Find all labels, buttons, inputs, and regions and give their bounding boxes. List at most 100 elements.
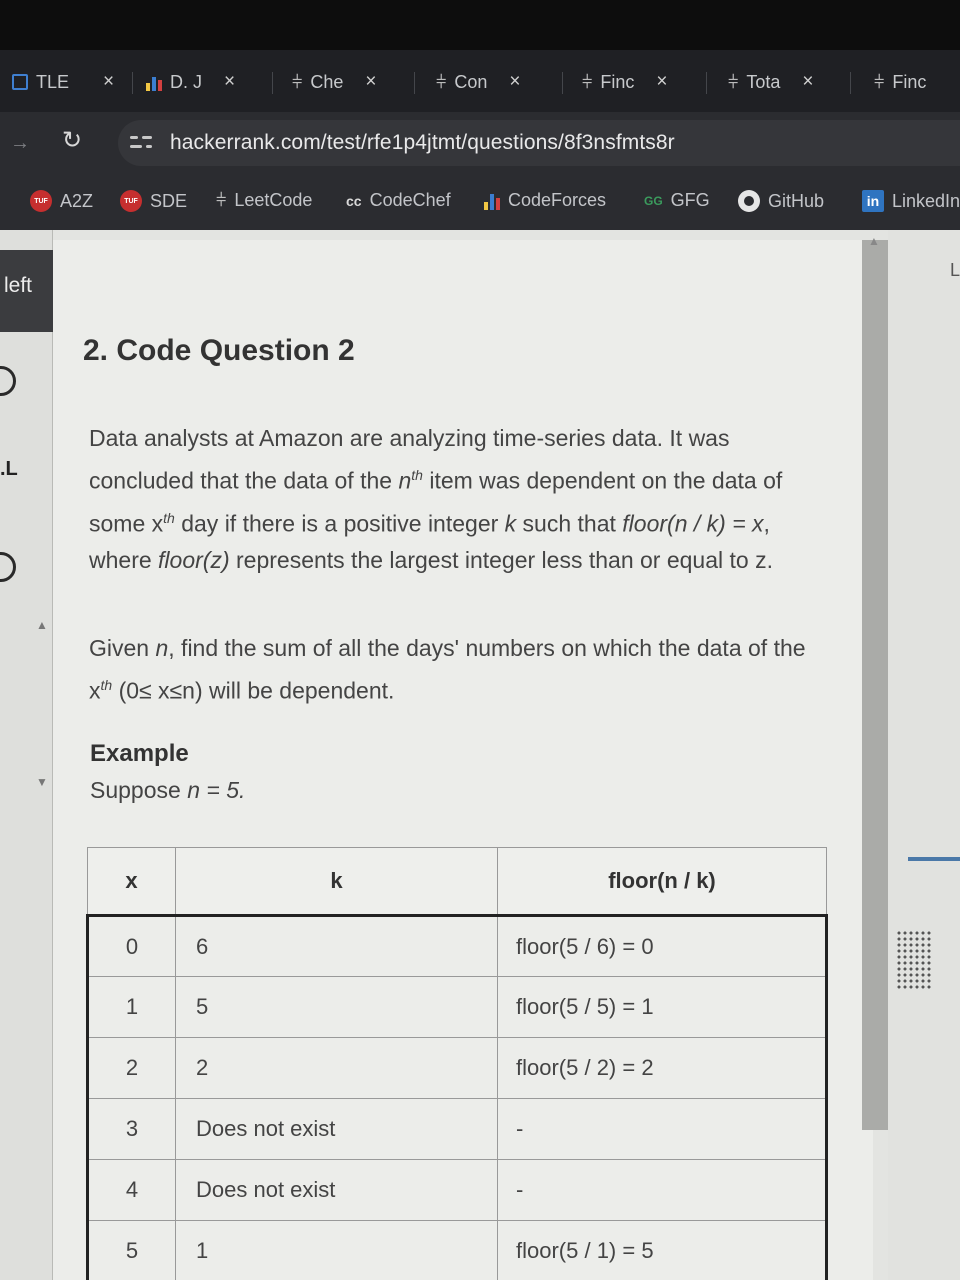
table-cell: floor(5 / 2) = 2 bbox=[497, 1037, 827, 1099]
bookmark-label: GitHub bbox=[768, 190, 825, 211]
close-icon[interactable]: × bbox=[802, 71, 813, 93]
bookmark-gfg[interactable]: GG GFG bbox=[644, 190, 710, 211]
tab-find[interactable]: ⫩ Finc × bbox=[582, 62, 667, 102]
github-icon bbox=[738, 190, 760, 212]
tab-total[interactable]: ⫩ Tota × bbox=[728, 62, 813, 102]
table-row: 5 1 floor(5 / 1) = 5 bbox=[87, 1220, 827, 1280]
tab-label: Finc bbox=[892, 71, 927, 92]
tab-label: Che bbox=[310, 71, 344, 92]
linkedin-icon: in bbox=[862, 190, 884, 212]
tab-label: Con bbox=[454, 71, 488, 92]
table-row: 3 Does not exist - bbox=[87, 1098, 827, 1160]
tle-icon bbox=[12, 74, 28, 90]
tab-divider bbox=[272, 72, 273, 94]
table-cell: 5 bbox=[175, 976, 498, 1038]
table-cell: 1 bbox=[87, 976, 176, 1038]
close-icon[interactable]: × bbox=[224, 71, 235, 93]
table-cell: 4 bbox=[87, 1159, 176, 1221]
close-icon[interactable]: × bbox=[103, 71, 114, 93]
table-cell: - bbox=[497, 1098, 827, 1160]
editor-gutter bbox=[888, 230, 960, 1280]
tab-che[interactable]: ⫩ Che × bbox=[292, 62, 376, 102]
drag-handle-icon[interactable] bbox=[896, 930, 932, 990]
table-cell: floor(5 / 1) = 5 bbox=[497, 1220, 827, 1280]
bookmark-label: LinkedIn bbox=[892, 190, 960, 211]
bookmark-label: CodeForces bbox=[508, 190, 607, 210]
table-cell: floor(5 / 6) = 0 bbox=[497, 915, 827, 977]
table-cell: 2 bbox=[87, 1037, 176, 1099]
tab-label: D. J bbox=[170, 71, 203, 92]
close-icon[interactable]: × bbox=[656, 71, 667, 93]
table-cell: 0 bbox=[87, 915, 176, 977]
table-cell: 1 bbox=[175, 1220, 498, 1280]
leetcode-icon: ⫩ bbox=[292, 71, 303, 92]
scroll-up-icon[interactable]: ▲ bbox=[868, 234, 880, 248]
table-cell: 5 bbox=[87, 1220, 176, 1280]
tab-divider bbox=[706, 72, 707, 94]
leetcode-icon: ⫩ bbox=[216, 190, 227, 210]
close-icon[interactable]: × bbox=[509, 71, 520, 93]
tuf-icon: TUF bbox=[120, 190, 142, 212]
reload-icon[interactable]: ↻ bbox=[62, 128, 88, 154]
tab-divider bbox=[850, 72, 851, 94]
tab-dj[interactable]: D. J × bbox=[146, 62, 235, 102]
address-bar[interactable]: hackerrank.com/test/rfe1p4jtmt/questions… bbox=[118, 120, 960, 166]
question-circle-icon[interactable] bbox=[0, 366, 16, 396]
question-circle-icon[interactable] bbox=[0, 552, 16, 582]
table-row: 0 6 floor(5 / 6) = 0 bbox=[87, 915, 827, 977]
tab-divider bbox=[132, 72, 133, 94]
bookmark-github[interactable]: GitHub bbox=[738, 190, 824, 212]
url-text: hackerrank.com/test/rfe1p4jtmt/questions… bbox=[170, 131, 675, 154]
tab-label: Finc bbox=[600, 71, 635, 92]
question-scrollbar[interactable] bbox=[862, 240, 888, 1130]
codeforces-icon bbox=[484, 192, 500, 210]
table-cell: 2 bbox=[175, 1037, 498, 1099]
question-marker: .L bbox=[0, 458, 18, 480]
table-cell: Does not exist bbox=[175, 1159, 498, 1221]
example-table: x k floor(n / k) 0 6 floor(5 / 6) = 0 1 … bbox=[86, 847, 828, 1280]
table-cell: Does not exist bbox=[175, 1098, 498, 1160]
table-header-row: x k floor(n / k) bbox=[87, 847, 827, 916]
table-row: 2 2 floor(5 / 2) = 2 bbox=[87, 1037, 827, 1099]
tab-label: TLE bbox=[36, 71, 70, 92]
table-row: 1 5 floor(5 / 5) = 1 bbox=[87, 976, 827, 1038]
bookmark-sde[interactable]: TUF SDE bbox=[120, 190, 187, 212]
question-title: 2. Code Question 2 bbox=[83, 334, 355, 367]
left-panel: left .L ▲ ▼ bbox=[0, 230, 53, 1280]
back-arrow-icon[interactable]: → bbox=[10, 132, 30, 155]
bookmark-label: LeetCode bbox=[234, 190, 313, 210]
problem-statement: Data analysts at Amazon are analyzing ti… bbox=[89, 425, 783, 574]
editor-tab-indicator bbox=[908, 857, 960, 861]
tab-con[interactable]: ⫩ Con × bbox=[436, 62, 520, 102]
close-icon[interactable]: × bbox=[365, 71, 376, 93]
tab-find-2[interactable]: ⫩ Finc bbox=[874, 62, 926, 102]
bookmark-label: A2Z bbox=[60, 190, 94, 211]
page-content: left .L ▲ ▼ 2. Code Question 2 Data anal… bbox=[0, 230, 960, 1280]
question-panel: 2. Code Question 2 Data analysts at Amaz… bbox=[53, 240, 873, 1280]
site-settings-icon[interactable] bbox=[130, 134, 152, 152]
leetcode-icon: ⫩ bbox=[728, 71, 739, 92]
tab-tle[interactable]: TLE × bbox=[12, 62, 114, 102]
gfg-icon: GG bbox=[644, 193, 663, 208]
bookmark-label: GFG bbox=[670, 190, 710, 210]
bookmark-linkedin[interactable]: in LinkedIn bbox=[862, 190, 960, 212]
codeforces-icon bbox=[146, 73, 162, 91]
tab-strip: TLE × D. J × ⫩ Che × ⫩ Con × ⫩ Finc × ⫩ … bbox=[0, 50, 960, 112]
bookmark-a2z[interactable]: TUF A2Z bbox=[30, 190, 93, 212]
codechef-icon: cc bbox=[346, 192, 362, 209]
bookmark-leetcode[interactable]: ⫩ LeetCode bbox=[216, 190, 312, 211]
bookmark-label: CodeChef bbox=[369, 190, 451, 210]
scroll-up-icon[interactable]: ▲ bbox=[36, 618, 48, 632]
tuf-icon: TUF bbox=[30, 190, 52, 212]
table-cell: 3 bbox=[87, 1098, 176, 1160]
bookmark-label: SDE bbox=[150, 190, 188, 211]
bookmark-codechef[interactable]: cc CodeChef bbox=[346, 190, 451, 211]
scroll-down-icon[interactable]: ▼ bbox=[36, 775, 48, 789]
tab-divider bbox=[562, 72, 563, 94]
leetcode-icon: ⫩ bbox=[874, 71, 885, 92]
example-heading: Example bbox=[90, 740, 189, 767]
example-intro: Suppose n = 5. bbox=[90, 777, 246, 803]
bookmark-codeforces[interactable]: CodeForces bbox=[484, 190, 606, 211]
bookmarks-bar: TUF A2Z TUF SDE ⫩ LeetCode cc CodeChef C… bbox=[0, 174, 960, 230]
editor-edge-text: L bbox=[950, 260, 960, 280]
